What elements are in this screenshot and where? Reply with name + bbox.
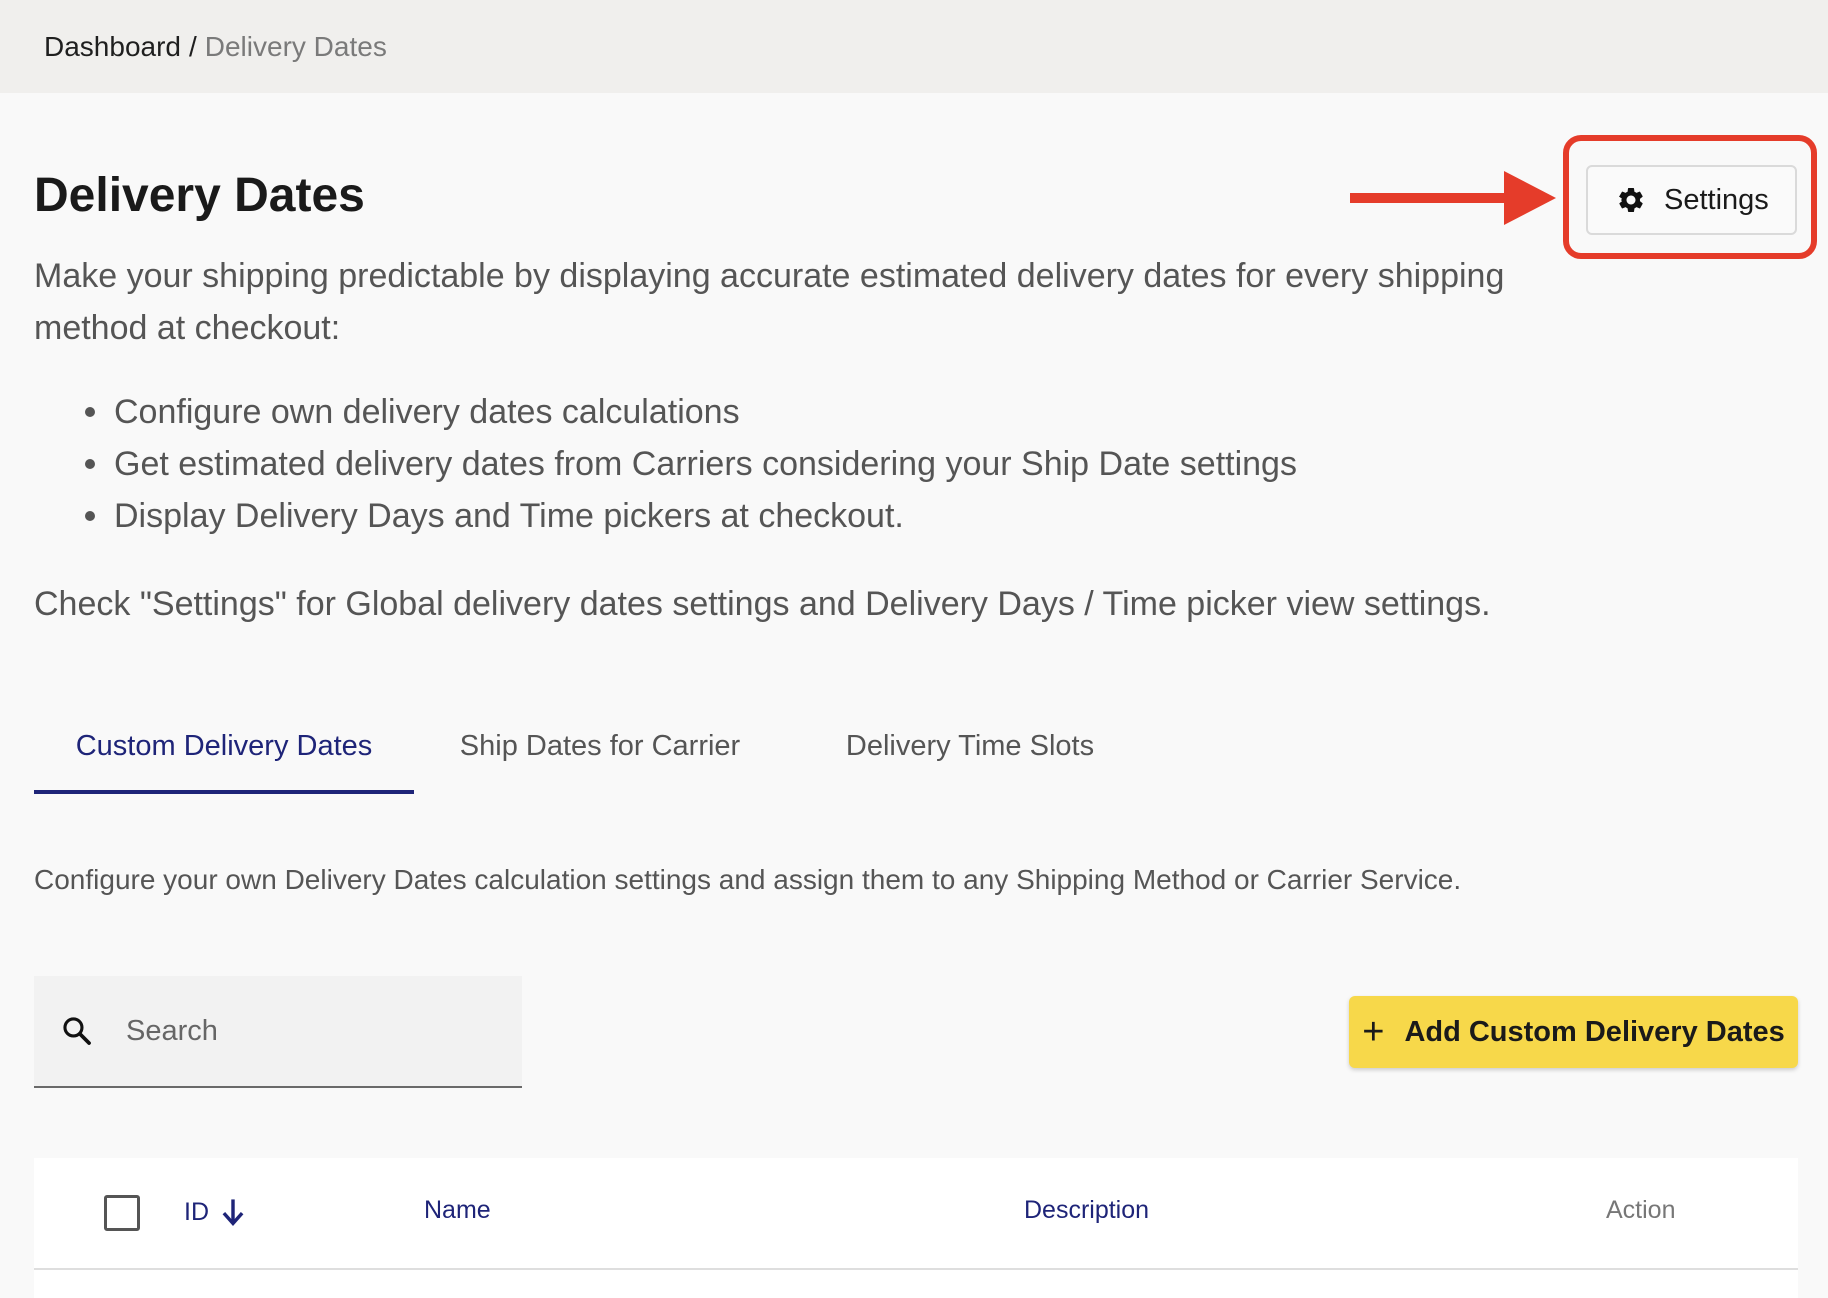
page-title: Delivery Dates (34, 169, 365, 222)
settings-button[interactable]: Settings (1586, 165, 1797, 235)
settings-note: Check "Settings" for Global delivery dat… (34, 585, 1491, 623)
feature-list-item: Display Delivery Days and Time pickers a… (34, 490, 1534, 542)
add-button-label: Add Custom Delivery Dates (1404, 1015, 1785, 1048)
breadcrumb: Dashboard / Delivery Dates (0, 0, 1828, 93)
column-header-action: Action (1606, 1196, 1676, 1224)
feature-list-item: Configure own delivery dates calculation… (34, 386, 1534, 438)
breadcrumb-current: Delivery Dates (204, 30, 387, 62)
tab-ship-dates-for-carrier[interactable]: Ship Dates for Carrier (414, 700, 786, 794)
table-body (34, 1270, 1798, 1298)
bullet-dot (85, 407, 95, 417)
tab-bar: Custom Delivery Dates Ship Dates for Car… (34, 700, 1154, 794)
feature-list: Configure own delivery dates calculation… (34, 386, 1534, 542)
select-all-checkbox[interactable] (104, 1195, 140, 1231)
gear-icon (1618, 187, 1643, 212)
column-header-description[interactable]: Description (1024, 1196, 1149, 1225)
plus-icon: + (1362, 1011, 1385, 1053)
bullet-dot (85, 459, 95, 469)
page-intro: Make your shipping predictable by displa… (34, 257, 1505, 347)
add-custom-delivery-dates-button[interactable]: + Add Custom Delivery Dates (1349, 996, 1798, 1068)
search-input[interactable] (126, 1014, 486, 1048)
search-field[interactable] (34, 976, 522, 1088)
column-header-id[interactable]: ID (184, 1196, 247, 1228)
column-header-name[interactable]: Name (424, 1196, 491, 1225)
arrow-down-icon (222, 1199, 244, 1227)
breadcrumb-dashboard-link[interactable]: Dashboard (44, 31, 181, 63)
feature-list-item: Get estimated delivery dates from Carrie… (34, 438, 1534, 490)
search-icon (63, 1017, 91, 1045)
tab-delivery-time-slots[interactable]: Delivery Time Slots (786, 700, 1154, 794)
settings-button-label: Settings (1664, 183, 1769, 216)
tab-description: Configure your own Delivery Dates calcul… (34, 864, 1462, 895)
bullet-dot (85, 511, 95, 521)
breadcrumb-separator: / (188, 30, 197, 62)
annotation-arrow-icon (1350, 171, 1556, 225)
tab-custom-delivery-dates[interactable]: Custom Delivery Dates (34, 700, 414, 794)
table-header: ID Name Description Action (34, 1158, 1798, 1270)
